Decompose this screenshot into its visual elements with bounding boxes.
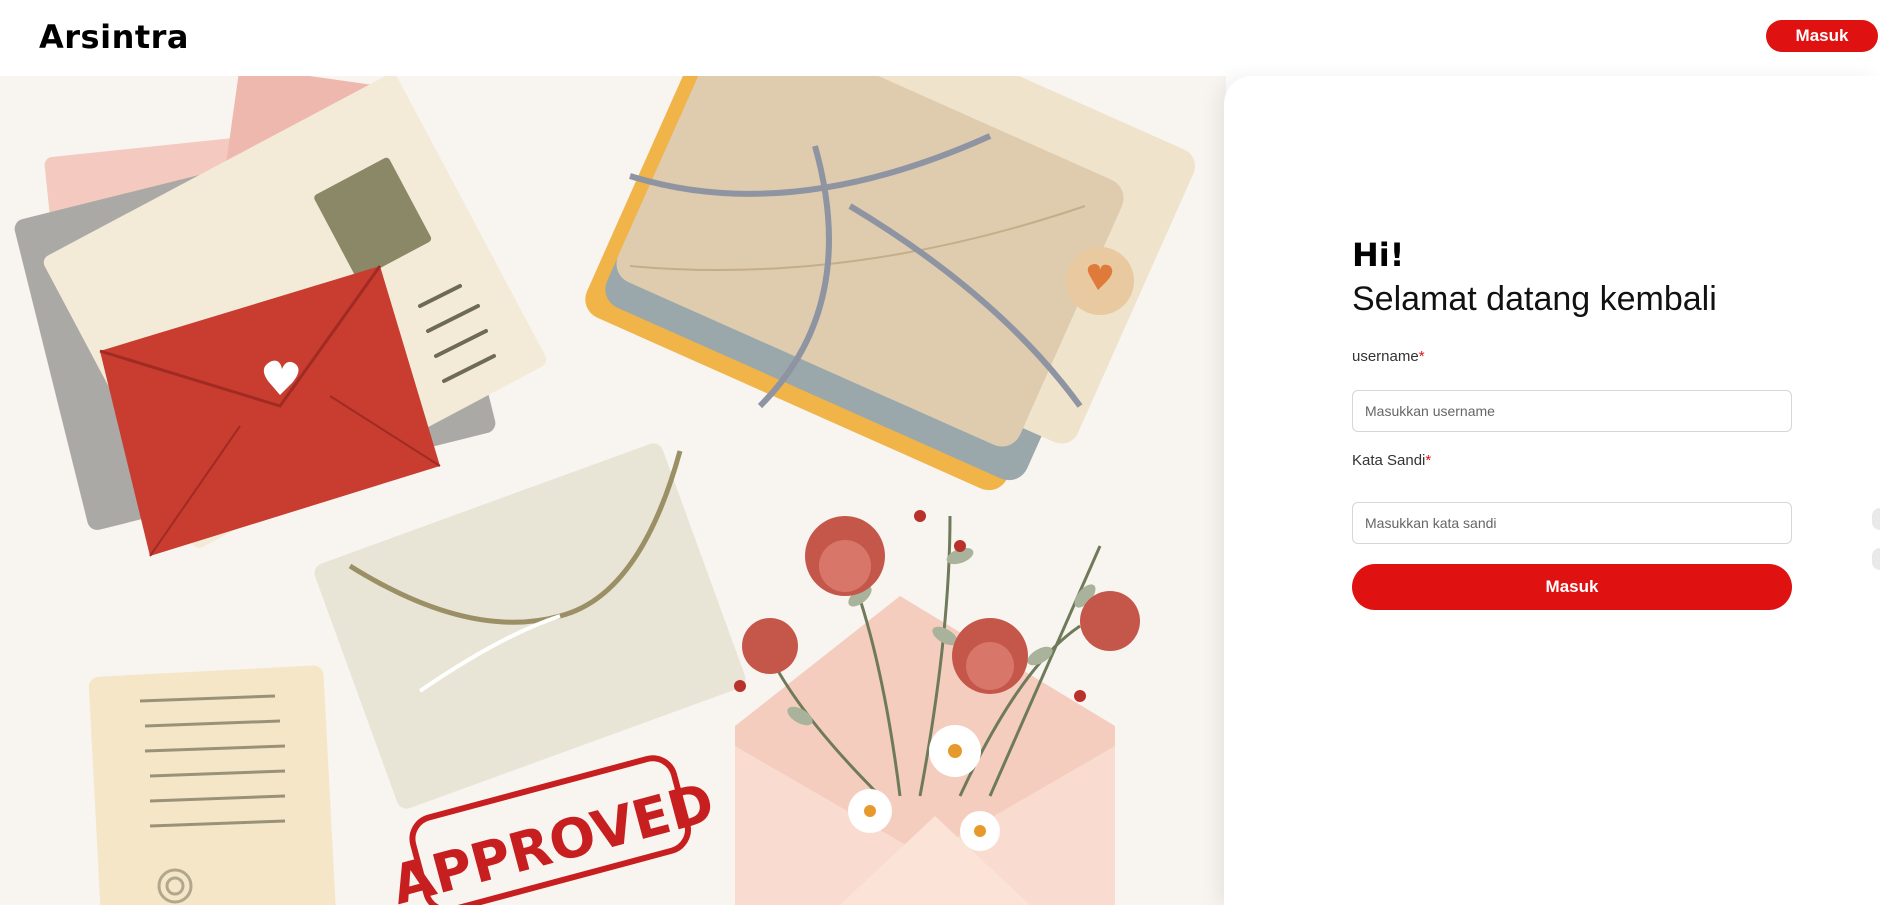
top-navbar: Arsintra Masuk xyxy=(0,0,1880,76)
username-label-text: username xyxy=(1352,348,1419,365)
password-label: Kata Sandi* xyxy=(1352,452,1431,469)
brand-logo[interactable]: Arsintra xyxy=(39,18,189,56)
header-login-button[interactable]: Masuk xyxy=(1766,20,1878,52)
edge-tab-indicator xyxy=(1872,508,1880,530)
greeting-subtitle: Selamat datang kembali xyxy=(1352,280,1717,318)
login-panel xyxy=(1224,76,1880,905)
greeting-title: Hi! xyxy=(1352,236,1405,274)
password-label-text: Kata Sandi xyxy=(1352,452,1426,469)
password-input[interactable] xyxy=(1352,502,1792,544)
hero-illustration: APPROVED xyxy=(0,76,1226,905)
edge-tab-indicator xyxy=(1872,548,1880,570)
tied-parcel xyxy=(585,76,1196,491)
required-marker: * xyxy=(1425,452,1432,469)
envelope-stack-left xyxy=(14,76,547,557)
flower-envelope xyxy=(734,510,1140,905)
document-sheet xyxy=(88,665,337,905)
username-input[interactable] xyxy=(1352,390,1792,432)
required-marker: * xyxy=(1418,348,1425,365)
pale-envelope xyxy=(314,443,746,809)
envelopes-illustration: APPROVED xyxy=(14,76,1196,905)
login-submit-button[interactable]: Masuk xyxy=(1352,564,1792,610)
username-label: username* xyxy=(1352,348,1425,365)
